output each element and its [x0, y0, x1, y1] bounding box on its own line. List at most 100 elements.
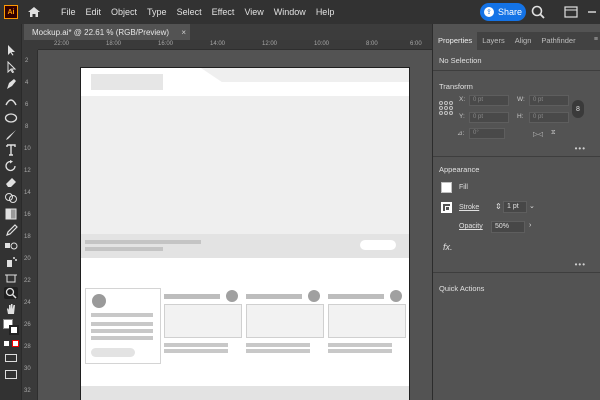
ellipse-tool[interactable] — [4, 112, 18, 124]
more-options-icon[interactable]: ••• — [575, 144, 586, 153]
artboard[interactable] — [80, 67, 410, 400]
type-tool-icon — [6, 144, 16, 156]
mockup-text-line — [164, 349, 228, 353]
ruler-tick: 8 — [25, 124, 29, 130]
tab-properties[interactable]: Properties — [433, 32, 478, 50]
ruler-origin[interactable] — [22, 40, 38, 50]
chevron-down-icon[interactable]: ⌄ — [529, 202, 535, 210]
effects-icon[interactable]: fx. — [443, 242, 453, 252]
menu-effect[interactable]: Effect — [207, 7, 240, 17]
menu-type[interactable]: Type — [142, 7, 172, 17]
artboard-tool[interactable] — [4, 272, 18, 284]
symbol-sprayer-tool[interactable] — [4, 256, 18, 268]
quick-actions-title: Quick Actions — [439, 284, 485, 293]
default-colors-icon[interactable] — [3, 340, 10, 347]
stroke-color-swatch[interactable] — [9, 325, 19, 335]
search-icon[interactable] — [530, 4, 546, 20]
document-tab-bar: Mockup.ai* @ 22.61 % (RGB/Preview) × — [22, 24, 432, 40]
mockup-profile-card — [85, 288, 161, 364]
eraser-icon — [6, 178, 16, 187]
document-tab[interactable]: Mockup.ai* @ 22.61 % (RGB/Preview) × — [24, 24, 190, 40]
stepper-icon[interactable]: ⇕ — [495, 202, 502, 211]
rotate-tool[interactable] — [4, 160, 18, 172]
mockup-button-placeholder — [360, 240, 396, 250]
ruler-tick: 4 — [25, 80, 29, 86]
horizontal-ruler[interactable]: 22:00 18:00 16:00 14:00 12:00 10:00 8:00… — [38, 40, 432, 50]
mockup-card-image — [328, 304, 406, 338]
mockup-logo-placeholder — [91, 74, 163, 90]
stroke-weight-field[interactable]: 1 pt — [503, 201, 527, 213]
reference-point-icon[interactable] — [439, 101, 453, 115]
more-options-icon[interactable]: ••• — [575, 260, 586, 269]
menu-object[interactable]: Object — [106, 7, 142, 17]
y-field[interactable]: 0 pt — [469, 112, 509, 123]
eraser-tool[interactable] — [4, 176, 18, 188]
close-icon[interactable]: × — [181, 28, 186, 37]
eyedropper-tool[interactable] — [4, 224, 18, 236]
tab-pathfinder[interactable]: Pathfinder — [536, 32, 580, 50]
blend-icon — [5, 242, 18, 250]
shape-builder-tool[interactable] — [4, 192, 18, 204]
mockup-text-line — [328, 349, 392, 353]
hand-tool[interactable] — [4, 303, 18, 315]
tab-layers[interactable]: Layers — [477, 32, 510, 50]
stroke-swatch[interactable] — [441, 202, 452, 213]
vertical-ruler[interactable]: 2 4 6 8 10 12 14 16 18 20 22 24 26 28 30… — [22, 50, 38, 400]
panel-menu-icon[interactable]: ≡ — [594, 36, 598, 43]
ruler-tick: 20 — [24, 256, 31, 262]
menu-window[interactable]: Window — [269, 7, 311, 17]
home-icon[interactable] — [26, 4, 42, 20]
menu-bar: Ai File Edit Object Type Select Effect V… — [0, 0, 600, 24]
flip-vertical-icon[interactable]: ⧖ — [551, 129, 556, 137]
fill-swatch[interactable] — [441, 182, 452, 193]
menu-edit[interactable]: Edit — [81, 7, 107, 17]
mockup-avatar — [92, 294, 106, 308]
menu-view[interactable]: View — [239, 7, 268, 17]
canvas[interactable] — [38, 50, 432, 400]
share-label: Share — [497, 7, 523, 17]
window-arrange-icon[interactable] — [563, 4, 579, 20]
gradient-tool[interactable] — [4, 208, 18, 220]
mockup-card-image — [246, 304, 324, 338]
h-field[interactable]: 0 pt — [529, 112, 569, 123]
paintbrush-tool[interactable] — [4, 129, 18, 141]
opacity-label[interactable]: Opacity — [459, 223, 483, 230]
share-button[interactable]: ⇪ Share — [480, 3, 526, 21]
selection-tool-icon — [8, 45, 15, 56]
curvature-tool[interactable] — [4, 95, 18, 107]
type-tool[interactable] — [4, 144, 18, 156]
menu-help[interactable]: Help — [311, 7, 340, 17]
menu-file[interactable]: File — [56, 7, 81, 17]
minimize-icon[interactable] — [584, 4, 600, 20]
mockup-card-title — [246, 294, 302, 299]
constrain-proportions-icon[interactable]: 8 — [572, 100, 584, 118]
mockup-text-line — [85, 247, 163, 251]
mockup-card-dot — [226, 290, 238, 302]
curvature-icon — [5, 99, 17, 106]
fill-stroke-swatches[interactable] — [3, 319, 19, 335]
flip-horizontal-icon[interactable]: ▷◁ — [533, 130, 543, 138]
draw-mode-icon[interactable] — [5, 354, 17, 362]
mockup-header — [81, 68, 409, 96]
mockup-card-title — [164, 294, 220, 299]
screen-mode-icon[interactable] — [5, 370, 17, 379]
blend-tool[interactable] — [4, 240, 18, 252]
angle-field[interactable]: 0° — [469, 128, 505, 139]
selection-tool[interactable] — [4, 44, 18, 56]
artboard-tool-icon — [5, 274, 17, 283]
chevron-right-icon[interactable]: › — [529, 222, 531, 229]
mockup-text-line — [91, 336, 153, 340]
direct-selection-tool[interactable] — [4, 60, 18, 74]
none-color-icon[interactable] — [12, 340, 19, 347]
tab-align[interactable]: Align — [510, 32, 537, 50]
opacity-field[interactable]: 50% — [491, 221, 525, 233]
stroke-label[interactable]: Stroke — [459, 204, 479, 211]
x-label: X: — [459, 96, 466, 103]
w-field[interactable]: 0 pt — [529, 95, 569, 106]
zoom-tool[interactable] — [4, 287, 18, 299]
menu-select[interactable]: Select — [172, 7, 207, 17]
mockup-card-image — [164, 304, 242, 338]
ruler-tick: 10:00 — [314, 41, 330, 47]
x-field[interactable]: 0 pt — [469, 95, 509, 106]
pen-tool[interactable] — [4, 78, 18, 90]
